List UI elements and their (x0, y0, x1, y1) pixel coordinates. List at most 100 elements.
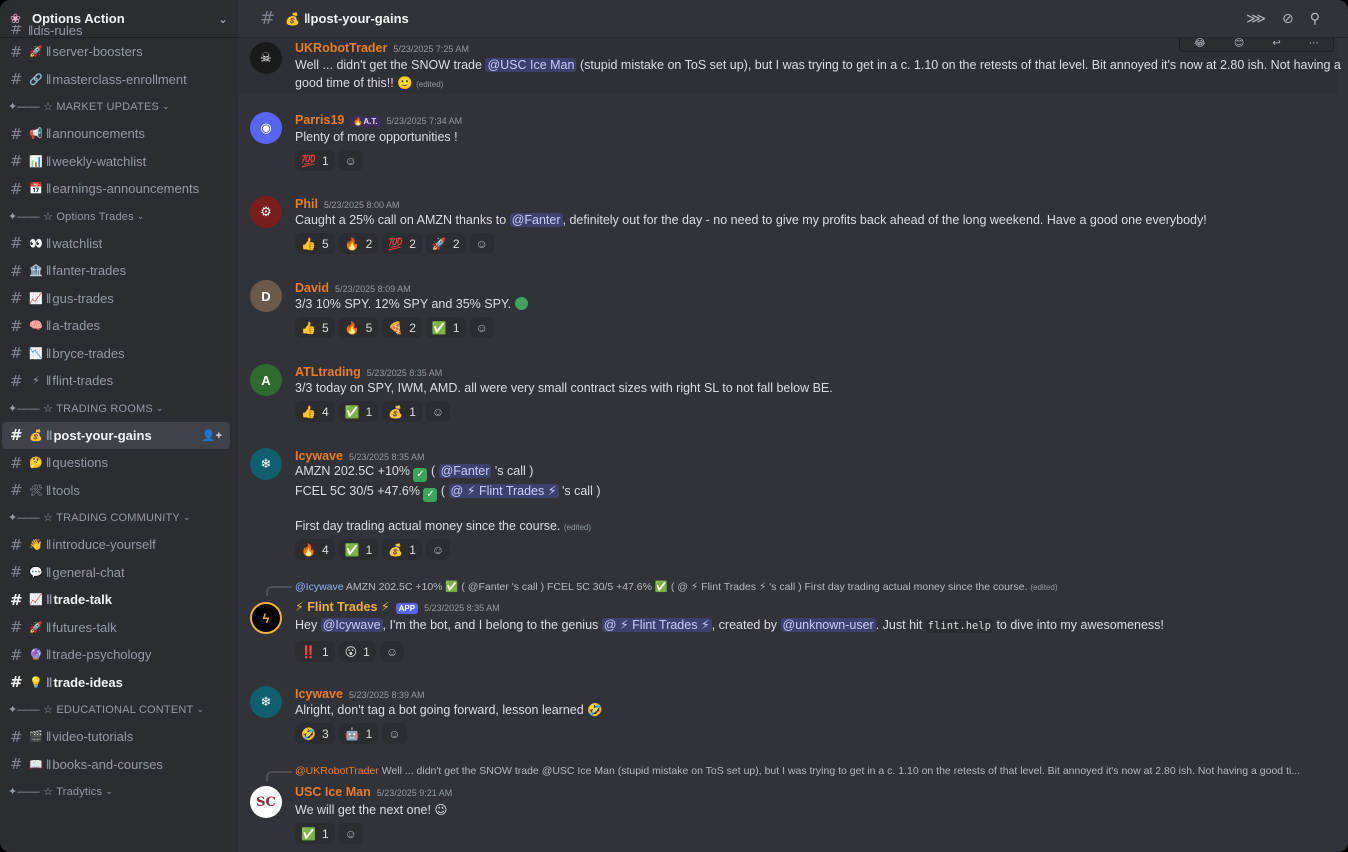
category-header[interactable]: ✦—— ☆ Options Trades ⌄ (0, 203, 238, 230)
sidebar-item-fanter-trades[interactable]: # 🏦 ‖ fanter-trades (2, 257, 230, 285)
add-reaction-icon[interactable]: ☺ (425, 539, 451, 560)
sidebar-item-server-boosters[interactable]: # 🚀 ‖ server-boosters (2, 38, 230, 66)
reply-icon[interactable]: ↩ (1272, 38, 1280, 49)
sidebar-item-weekly-watchlist[interactable]: # 📊 ‖ weekly-watchlist (2, 148, 230, 176)
sidebar-item-video-tutorials[interactable]: # 🎬 ‖ video-tutorials (2, 723, 230, 751)
pin-icon[interactable]: ⚲ (1310, 10, 1320, 27)
reaction-button[interactable]: 💯 2 (382, 233, 422, 254)
reaction-icon[interactable]: 😊 (1234, 38, 1244, 49)
mention[interactable]: @ ⚡ Flint Trades ⚡ (601, 618, 712, 632)
sidebar-item-trade-ideas[interactable]: # 💡 ‖ trade-ideas (2, 669, 230, 697)
category-header[interactable]: ✦—— ☆ EDUCATIONAL CONTENT ⌄ (0, 696, 238, 723)
reply-preview[interactable]: @UKRobotTrader Well ... didn't get the S… (295, 765, 1325, 777)
sidebar-item-questions[interactable]: # 🤔 ‖ questions (2, 449, 230, 477)
category-header[interactable]: ✦—— ☆ Tradytics ⌄ (0, 778, 238, 805)
add-reaction-icon[interactable]: ☺ (379, 641, 405, 662)
avatar[interactable]: SC (250, 786, 282, 818)
reaction-button[interactable]: 😮 1 (338, 641, 376, 662)
reply-username[interactable]: @Icywave (295, 581, 344, 593)
reaction-button[interactable]: 🔥 4 (295, 539, 335, 560)
reaction-button[interactable]: ✅ 1 (338, 539, 379, 560)
threads-icon[interactable]: ⋙ (1246, 10, 1266, 27)
sidebar-item-a-trades[interactable]: # 🧠 ‖ a-trades (2, 312, 230, 340)
avatar[interactable]: ❄ (250, 448, 282, 480)
username[interactable]: ATLtrading (295, 365, 361, 379)
mute-icon[interactable]: ⊘ (1282, 10, 1294, 27)
username[interactable]: David (295, 281, 329, 295)
reaction-button[interactable]: 💰 1 (382, 539, 422, 560)
message-actions[interactable]: 😂 😊 ↩ ⋯ (1179, 38, 1334, 52)
reply-username[interactable]: @UKRobotTrader (295, 765, 379, 777)
sidebar-item-tools[interactable]: # 🛠 ‖ tools (2, 477, 230, 505)
message[interactable]: ❄ Icywave 5/23/2025 8:35 AM AMZN 202.5C … (238, 444, 1338, 570)
add-reaction-icon[interactable]: ☺ (425, 401, 451, 422)
sidebar-item-trade-psychology[interactable]: # 🔮 ‖ trade-psychology (2, 641, 230, 669)
mention[interactable]: @Icywave (320, 618, 383, 632)
message[interactable]: ☠ UKRobotTrader 5/23/2025 7:25 AM Well .… (238, 38, 1341, 94)
avatar[interactable]: ❄ (250, 686, 282, 718)
reaction-button[interactable]: ✅ 1 (425, 317, 466, 338)
reaction-button[interactable]: 💰 1 (382, 401, 422, 422)
reaction-button[interactable]: 🤖 1 (338, 723, 379, 744)
add-reaction-icon[interactable]: ☺ (469, 317, 494, 338)
username[interactable]: UKRobotTrader (295, 41, 387, 55)
mention[interactable]: @Fanter (438, 464, 492, 478)
sidebar-item-flint-trades[interactable]: # ⚡ ‖ flint-trades (2, 367, 230, 395)
username[interactable]: Icywave (295, 687, 343, 701)
reaction-button[interactable]: 🤣 3 (295, 723, 335, 744)
reply-preview[interactable]: @Icywave AMZN 202.5C +10% ✅ ( @Fanter 's… (295, 580, 1325, 593)
reaction-button[interactable]: 🔥 2 (338, 233, 379, 254)
reaction-button[interactable]: ✅ 1 (295, 823, 335, 844)
reaction-button[interactable]: ‼️ 1 (295, 641, 335, 662)
avatar[interactable]: A (250, 364, 282, 396)
sidebar-item-watchlist[interactable]: # 👀 ‖ watchlist (2, 230, 230, 258)
discord-avatar-icon[interactable]: ◉ (250, 112, 282, 144)
reaction-button[interactable]: 👍 4 (295, 401, 335, 422)
username[interactable]: ⚡ Flint Trades ⚡ (295, 599, 390, 614)
reaction-button[interactable]: ✅ 1 (338, 401, 379, 422)
add-reaction-icon[interactable]: ☺ (469, 233, 494, 254)
category-header[interactable]: ✦—— ☆ TRADING COMMUNITY ⌄ (0, 504, 238, 531)
message[interactable]: @Icywave AMZN 202.5C +10% ✅ ( @Fanter 's… (238, 580, 1338, 670)
avatar[interactable]: ☠ (250, 42, 282, 74)
reaction-button[interactable]: 🔥 5 (338, 317, 379, 338)
username[interactable]: USC Ice Man (295, 785, 371, 799)
sidebar-item-introduce-yourself[interactable]: # 👋 ‖ introduce-yourself (2, 531, 230, 559)
sidebar-item-futures-talk[interactable]: # 🚀 ‖ futures-talk (2, 614, 230, 642)
reaction-icon[interactable]: 😂 (1194, 38, 1206, 49)
reaction-button[interactable]: 🚀 2 (425, 233, 466, 254)
sidebar-item-gus-trades[interactable]: # 📈 ‖ gus-trades (2, 285, 230, 313)
message[interactable]: ⚙ Phil 5/23/2025 8:00 AM Caught a 25% ca… (238, 192, 1338, 264)
add-reaction-icon[interactable]: ☺ (382, 723, 407, 744)
username[interactable]: Parris19 (295, 113, 344, 127)
message[interactable]: A ATLtrading 5/23/2025 8:35 AM 3/3 today… (238, 360, 1338, 432)
sidebar-item-announcements[interactable]: # 📢 ‖ announcements (2, 120, 230, 148)
category-header[interactable]: ✦—— ☆ MARKET UPDATES ⌄ (0, 93, 238, 120)
username[interactable]: Icywave (295, 449, 343, 463)
message[interactable]: D David 5/23/2025 8:09 AM 3/3 10% SPY. 1… (238, 276, 1338, 348)
reaction-button[interactable]: 💯 1 (295, 150, 335, 171)
mention[interactable]: @unknown-user (780, 618, 876, 632)
sidebar-item-general-chat[interactable]: # 💬 ‖ general-chat (2, 559, 230, 587)
sidebar-item-bryce-trades[interactable]: # 📉 ‖ bryce-trades (2, 340, 230, 368)
username[interactable]: Phil (295, 197, 318, 211)
add-member-icon[interactable]: 👤+ (202, 429, 222, 442)
channel-partial[interactable]: # ‖dis-rules (2, 25, 230, 38)
message[interactable]: @UKRobotTrader Well ... didn't get the S… (238, 764, 1338, 852)
reaction-button[interactable]: 👍 5 (295, 233, 335, 254)
add-reaction-icon[interactable]: ☺ (338, 823, 363, 844)
sidebar-item-masterclass-enrollment[interactable]: # 🔗 ‖ masterclass-enrollment (2, 66, 230, 94)
sidebar-item-earnings-announcements[interactable]: # 📅 ‖ earnings-announcements (2, 175, 230, 203)
more-icon[interactable]: ⋯ (1309, 38, 1319, 49)
reaction-button[interactable]: 🍕 2 (382, 317, 422, 338)
message[interactable]: ◉ Parris19 🔥A.T. 5/23/2025 7:34 AM Plent… (238, 108, 1338, 180)
reaction-button[interactable]: 👍 5 (295, 317, 335, 338)
sidebar-item-trade-talk[interactable]: # 📈 ‖ trade-talk (2, 586, 230, 614)
avatar[interactable]: ⚙ (250, 196, 282, 228)
sidebar-item-books-and-courses[interactable]: # 📖 ‖ books-and-courses (2, 751, 230, 779)
sidebar-item-post-your-gains[interactable]: # 💰 ‖ post-your-gains 👤+ (2, 421, 230, 449)
mention[interactable]: @Fanter (509, 213, 563, 227)
message[interactable]: ❄ Icywave 5/23/2025 8:39 AM Alright, don… (238, 682, 1338, 752)
category-header[interactable]: ✦—— ☆ TRADING ROOMS ⌄ (0, 395, 238, 422)
mention[interactable]: @ ⚡ Flint Trades ⚡ (448, 484, 559, 498)
